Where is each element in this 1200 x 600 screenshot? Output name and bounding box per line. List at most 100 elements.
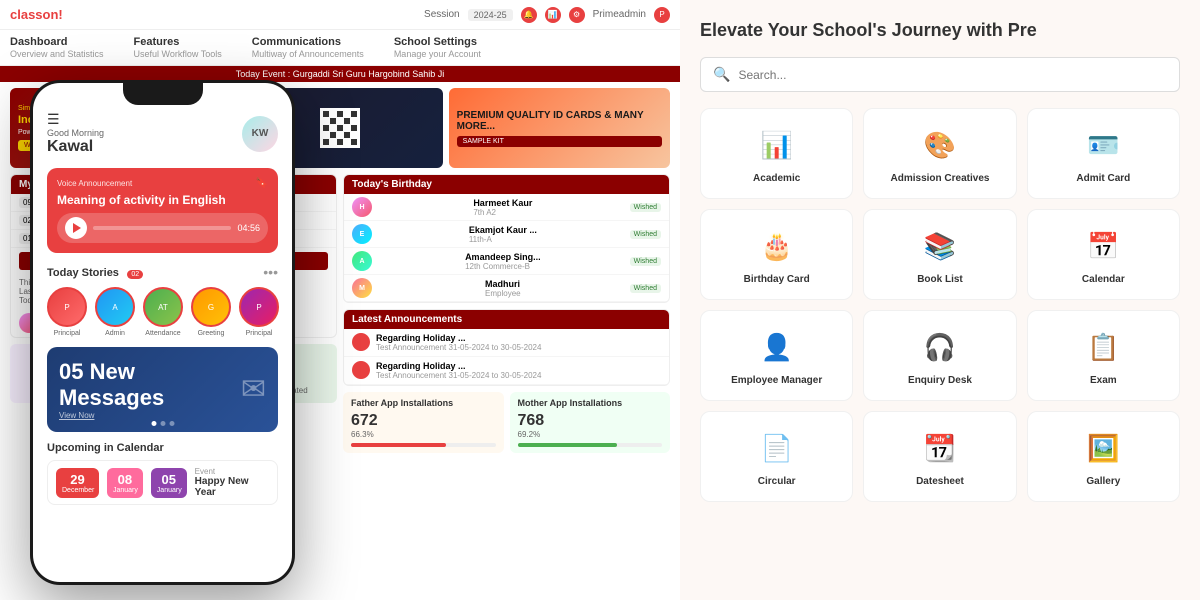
- left-panel: classon! Session 2024-25 🔔 📊 ⚙ Primeadmi…: [0, 0, 680, 600]
- premium-cta[interactable]: SAMPLE KIT: [457, 136, 662, 147]
- feature-calendar[interactable]: 📅 Calendar: [1027, 209, 1180, 300]
- mobile-header-left: ☰ Good Morning Kawal: [47, 111, 104, 156]
- ann-info: Regarding Holiday ... Test Announcement …: [376, 361, 541, 380]
- premium-banner[interactable]: PREMIUM QUALITY ID CARDS & MANY MORE... …: [449, 88, 670, 168]
- date-badge-jan1: 08 January: [107, 468, 143, 498]
- search-bar[interactable]: 🔍: [700, 57, 1180, 92]
- voice-label: Voice Announcement: [57, 179, 132, 188]
- voice-card: Voice Announcement 🔖 Meaning of activity…: [47, 168, 278, 253]
- bookmark-icon[interactable]: 🔖: [256, 178, 268, 189]
- messages-count: 05 New Messages: [59, 359, 241, 411]
- stats-icon[interactable]: 📊: [545, 7, 561, 23]
- feature-employee-manager[interactable]: 👤 Employee Manager: [700, 310, 853, 401]
- stories-count-badge: 02: [127, 270, 143, 279]
- dot-1[interactable]: [151, 421, 156, 426]
- story-item[interactable]: AT Attendance: [143, 287, 183, 337]
- menu-item-dashboard[interactable]: Dashboard Overview and Statistics: [10, 36, 104, 60]
- premium-title: PREMIUM QUALITY ID CARDS & MANY MORE...: [457, 110, 662, 132]
- story-item[interactable]: G Greeting: [191, 287, 231, 337]
- envelope-icon: ✉: [241, 372, 266, 407]
- feature-grid: 📊 Academic 🎨 Admission Creatives 🪪 Admit…: [700, 108, 1180, 502]
- story-item[interactable]: P Principal: [239, 287, 279, 337]
- birthday-item: M Madhuri Employee Wished: [344, 275, 669, 302]
- father-progress-bar: [351, 443, 496, 447]
- datesheet-label: Datesheet: [874, 476, 1005, 487]
- stories-title-wrap: Today Stories 02: [47, 263, 143, 281]
- feature-datesheet[interactable]: 📆 Datesheet: [863, 411, 1016, 502]
- feature-enquiry-desk[interactable]: 🎧 Enquiry Desk: [863, 310, 1016, 401]
- search-input[interactable]: [738, 68, 1167, 82]
- feature-circular[interactable]: 📄 Circular: [700, 411, 853, 502]
- circular-label: Circular: [711, 476, 842, 487]
- employee-manager-label: Employee Manager: [711, 375, 842, 386]
- exam-icon: 📋: [1081, 325, 1125, 369]
- mobile-device: ☰ Good Morning Kawal KW Voice Announceme…: [30, 80, 295, 585]
- story-label: Attendance: [143, 330, 183, 337]
- event-name: Happy New Year: [195, 476, 269, 498]
- mobile-content: ☰ Good Morning Kawal KW Voice Announceme…: [33, 83, 292, 582]
- stories-row: P Principal A Admin AT Attendance G: [47, 287, 278, 337]
- dot-2[interactable]: [160, 421, 165, 426]
- admission-creatives-icon: 🎨: [918, 123, 962, 167]
- messages-card[interactable]: 05 New Messages View Now ✉: [47, 347, 278, 432]
- birthday-card-icon: 🎂: [755, 224, 799, 268]
- profile-avatar[interactable]: P: [654, 7, 670, 23]
- story-item[interactable]: P Principal: [47, 287, 87, 337]
- notifications-icon[interactable]: 🔔: [521, 7, 537, 23]
- feature-admission-creatives[interactable]: 🎨 Admission Creatives: [863, 108, 1016, 199]
- voice-player[interactable]: 04:56: [57, 213, 268, 243]
- stories-more-icon[interactable]: •••: [263, 264, 278, 280]
- mobile-notch: [123, 83, 203, 105]
- feature-book-list[interactable]: 📚 Book List: [863, 209, 1016, 300]
- announcements-header: Latest Announcements: [344, 310, 669, 329]
- menu-item-settings[interactable]: School Settings Manage your Account: [394, 36, 481, 60]
- bday-info: Amandeep Sing... 12th Commerce-B: [465, 252, 541, 271]
- mobile-header: ☰ Good Morning Kawal KW: [47, 111, 278, 156]
- play-button[interactable]: [65, 217, 87, 239]
- gallery-icon: 🖼️: [1081, 426, 1125, 470]
- story-item[interactable]: A Admin: [95, 287, 135, 337]
- date-badge-jan2: 05 January: [151, 468, 187, 498]
- announcements-section: Latest Announcements Regarding Holiday .…: [343, 309, 670, 386]
- bday-avatar: M: [352, 278, 372, 298]
- right-col: Today's Birthday H Harmeet Kaur 7th A2 W…: [343, 174, 670, 590]
- circular-icon: 📄: [755, 426, 799, 470]
- feature-gallery[interactable]: 🖼️ Gallery: [1027, 411, 1180, 502]
- ann-info: Regarding Holiday ... Test Announcement …: [376, 333, 541, 352]
- installs-section: Father App Installations 672 66.3% Mothe…: [343, 392, 670, 457]
- story-label: Principal: [47, 330, 87, 337]
- feature-admit-card[interactable]: 🪪 Admit Card: [1027, 108, 1180, 199]
- birthday-item: A Amandeep Sing... 12th Commerce-B Wishe…: [344, 248, 669, 275]
- bday-info: Ekamjot Kaur ... 11th-A: [469, 225, 537, 244]
- birthday-header: Today's Birthday: [344, 175, 669, 194]
- employee-manager-icon: 👤: [755, 325, 799, 369]
- mobile-avatar[interactable]: KW: [242, 116, 278, 152]
- story-avatar: A: [95, 287, 135, 327]
- story-label: Principal: [239, 330, 279, 337]
- feature-exam[interactable]: 📋 Exam: [1027, 310, 1180, 401]
- carousel-dots: [151, 421, 174, 426]
- admit-card-icon: 🪪: [1081, 123, 1125, 167]
- hamburger-icon[interactable]: ☰: [47, 111, 104, 128]
- wished-badge: Wished: [630, 284, 661, 293]
- view-now-link[interactable]: View Now: [59, 411, 241, 420]
- book-list-label: Book List: [874, 274, 1005, 285]
- wished-badge: Wished: [630, 203, 661, 212]
- datesheet-icon: 📆: [918, 426, 962, 470]
- feature-academic[interactable]: 📊 Academic: [700, 108, 853, 199]
- session-label: Session: [424, 9, 460, 20]
- enquiry-desk-icon: 🎧: [918, 325, 962, 369]
- menu-item-features[interactable]: Features Useful Workflow Tools: [134, 36, 222, 60]
- session-badge[interactable]: 2024-25: [468, 9, 513, 21]
- voice-title: Meaning of activity in English: [57, 193, 268, 207]
- enquiry-desk-label: Enquiry Desk: [874, 375, 1005, 386]
- feature-birthday-card[interactable]: 🎂 Birthday Card: [700, 209, 853, 300]
- menu-item-communications[interactable]: Communications Multiway of Announcements: [252, 36, 364, 60]
- calendar-section: Upcoming in Calendar 29 December 08 Janu…: [47, 442, 278, 505]
- bell-icon[interactable]: ⚙: [569, 7, 585, 23]
- play-icon: [73, 223, 81, 233]
- ann-icon: [352, 361, 370, 379]
- story-avatar: P: [47, 287, 87, 327]
- calendar-event[interactable]: 29 December 08 January 05 January Even: [47, 460, 278, 505]
- dot-3[interactable]: [169, 421, 174, 426]
